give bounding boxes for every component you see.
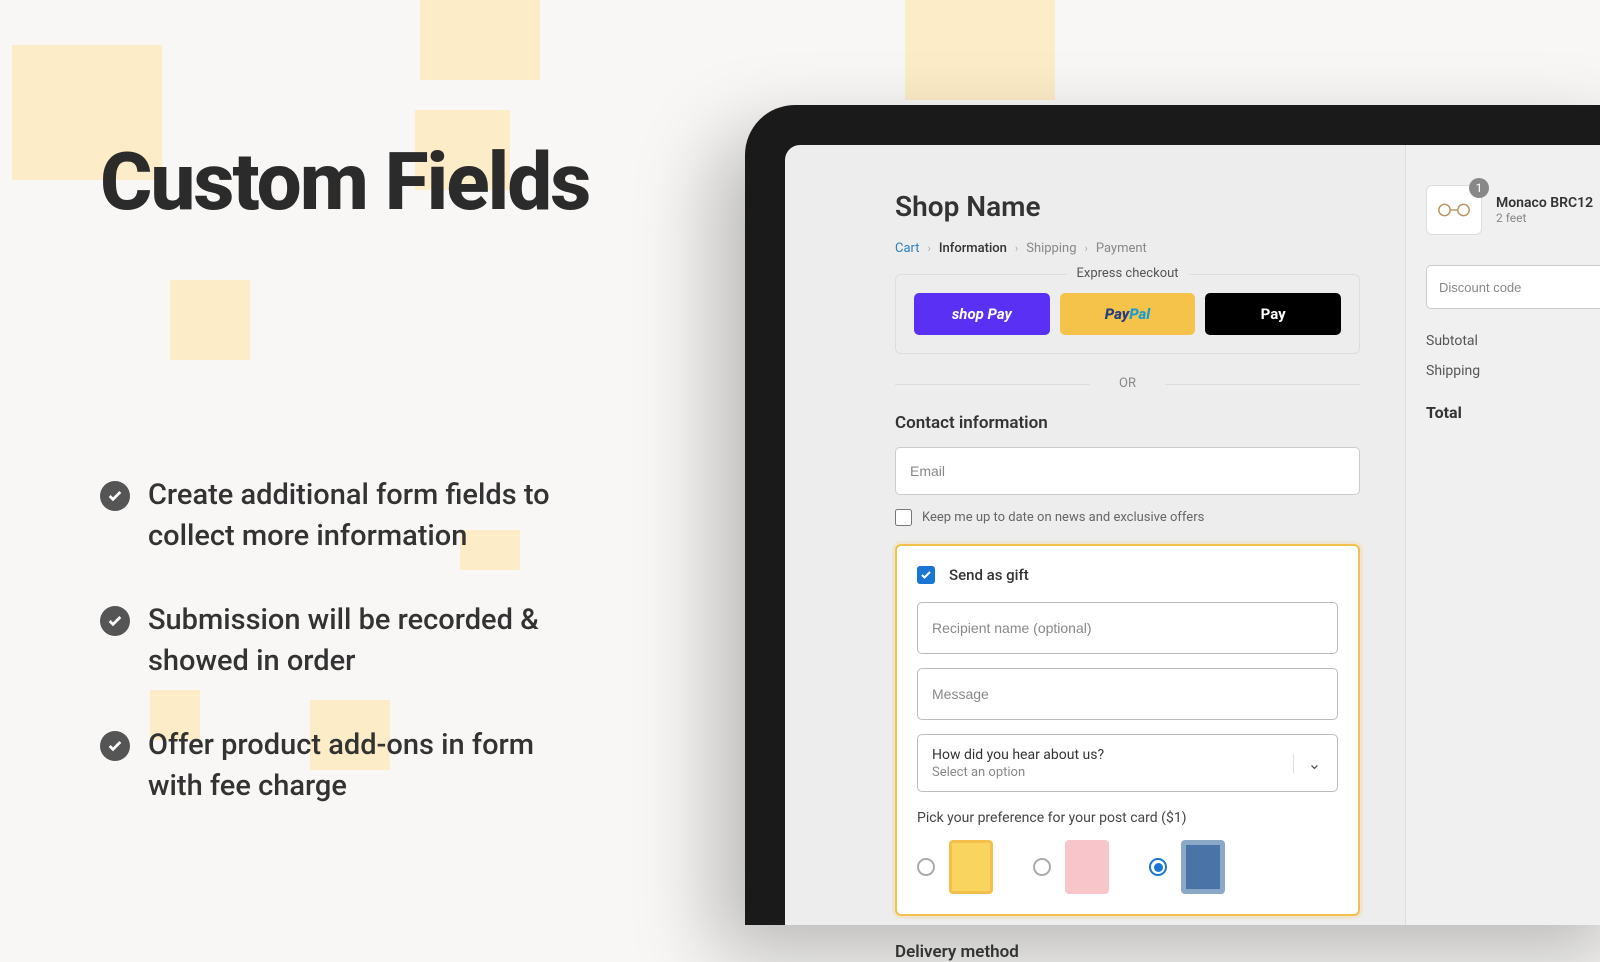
cart-item-thumbnail: 1 — [1426, 185, 1482, 235]
hear-about-us-select[interactable]: How did you hear about us? Select an opt… — [917, 734, 1338, 792]
gift-message-input[interactable] — [917, 668, 1338, 720]
express-checkout-box: Express checkout shop Pay PayPal Pay — [895, 274, 1360, 354]
cart-item-name: Monaco BRC12 — [1496, 195, 1593, 211]
total-row: Total — [1426, 403, 1600, 422]
hero-title: Custom Fields — [100, 135, 589, 229]
chevron-right-icon: › — [1015, 242, 1018, 255]
cart-qty-badge: 1 — [1469, 178, 1489, 198]
delivery-method-title: Delivery method — [895, 942, 1360, 962]
glasses-icon — [1435, 203, 1473, 217]
feature-item: Offer product add-ons in form with fee c… — [100, 725, 570, 808]
radio-icon — [1033, 858, 1051, 876]
breadcrumb-cart[interactable]: Cart — [895, 241, 920, 256]
bg-decoration — [420, 0, 540, 80]
chevron-down-icon: ⌄ — [1293, 754, 1323, 773]
shipping-row: Shipping — [1426, 363, 1600, 379]
postcard-option-3[interactable] — [1149, 840, 1225, 894]
feature-text: Submission will be recorded & showed in … — [148, 600, 570, 683]
paypal-button[interactable]: PayPal — [1060, 293, 1196, 335]
shop-pay-button[interactable]: shop Pay — [914, 293, 1050, 335]
breadcrumb-payment: Payment — [1096, 241, 1147, 256]
news-checkbox-label: Keep me up to date on news and exclusive… — [922, 510, 1204, 525]
send-as-gift-checkbox[interactable] — [917, 566, 935, 584]
subtotal-row: Subtotal — [1426, 333, 1600, 349]
check-icon — [100, 606, 130, 636]
tablet-screen: Shop Name Cart › Information › Shipping … — [785, 145, 1600, 925]
breadcrumb-information: Information — [939, 241, 1007, 256]
discount-code-input[interactable] — [1426, 265, 1600, 309]
radio-icon — [1149, 858, 1167, 876]
contact-info-title: Contact information — [895, 413, 1360, 433]
total-label: Total — [1426, 403, 1462, 422]
shop-name: Shop Name — [895, 190, 1360, 223]
postcard-thumb — [949, 840, 993, 894]
postcard-thumb — [1065, 840, 1109, 894]
apple-pay-button[interactable]: Pay — [1205, 293, 1341, 335]
gift-options-box: Send as gift How did you hear about us? … — [895, 544, 1360, 916]
checkout-main-column: Shop Name Cart › Information › Shipping … — [785, 145, 1405, 925]
postcard-thumb — [1181, 840, 1225, 894]
select-label: How did you hear about us? — [932, 747, 1104, 763]
feature-text: Offer product add-ons in form with fee c… — [148, 725, 570, 808]
bg-decoration — [905, 0, 1055, 100]
check-icon — [100, 731, 130, 761]
recipient-name-input[interactable] — [917, 602, 1338, 654]
postcard-label: Pick your preference for your post card … — [917, 810, 1338, 826]
check-icon — [100, 481, 130, 511]
postcard-option-1[interactable] — [917, 840, 993, 894]
feature-list: Create additional form fields to collect… — [100, 475, 570, 850]
or-divider: OR — [895, 376, 1360, 391]
postcard-option-2[interactable] — [1033, 840, 1109, 894]
chevron-right-icon: › — [928, 242, 931, 255]
shipping-label: Shipping — [1426, 363, 1480, 379]
email-input[interactable] — [895, 447, 1360, 495]
feature-item: Submission will be recorded & showed in … — [100, 600, 570, 683]
send-as-gift-label: Send as gift — [949, 566, 1029, 584]
express-checkout-label: Express checkout — [1066, 266, 1188, 281]
chevron-right-icon: › — [1085, 242, 1088, 255]
cart-item-variant: 2 feet — [1496, 211, 1593, 225]
cart-item: 1 Monaco BRC12 2 feet — [1426, 185, 1600, 235]
breadcrumb-shipping: Shipping — [1026, 241, 1076, 256]
order-summary-column: 1 Monaco BRC12 2 feet Subtotal Shipping … — [1405, 145, 1600, 925]
bg-decoration — [170, 280, 250, 360]
radio-icon — [917, 858, 935, 876]
feature-item: Create additional form fields to collect… — [100, 475, 570, 558]
breadcrumb: Cart › Information › Shipping › Payment — [895, 241, 1360, 256]
select-placeholder: Select an option — [932, 765, 1104, 780]
feature-text: Create additional form fields to collect… — [148, 475, 570, 558]
subtotal-label: Subtotal — [1426, 333, 1478, 349]
tablet-device-frame: Shop Name Cart › Information › Shipping … — [745, 105, 1600, 925]
news-checkbox[interactable] — [895, 509, 912, 526]
